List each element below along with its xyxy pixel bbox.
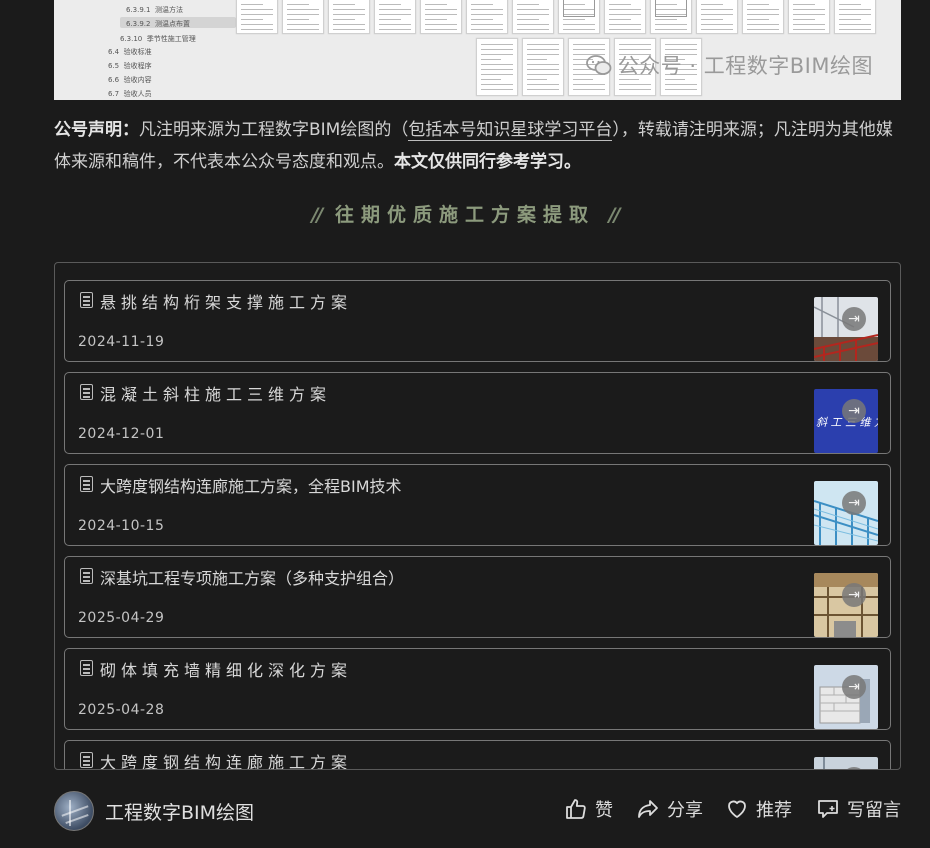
knowledge-planet-link[interactable]: 包括本号知识星球学习平台 [408, 120, 613, 141]
declaration-label: 公号声明： [54, 120, 139, 140]
article-title[interactable]: 砌体填充墙精细化深化方案 [100, 657, 352, 681]
thumbnail-page [742, 0, 784, 34]
article-thumbnail[interactable]: ⇥ [814, 757, 878, 769]
document-icon [80, 568, 93, 584]
thumbnail-page [512, 0, 554, 34]
article-title[interactable]: 悬挑结构桁架支撑施工方案 [100, 289, 352, 313]
comment-icon [818, 800, 838, 818]
article-thumbnail[interactable]: ⇥ [814, 573, 878, 637]
article-date: 2024-12-01 [78, 426, 165, 442]
masonry-icon [814, 665, 878, 729]
steel-bridge-icon [814, 481, 878, 545]
bottom-action-bar: 工程数字BIM绘图 赞 分享 推荐 写留言 [0, 770, 930, 848]
thumbnail-page [650, 0, 692, 34]
article-card[interactable]: 砌体填充墙精细化深化方案 2025-04-28 ⇥ [64, 648, 891, 730]
article-thumbnail[interactable]: ⇥ [814, 665, 878, 729]
excavation-icon [814, 573, 878, 637]
thumbnail-page [374, 0, 416, 34]
open-icon[interactable]: ⇥ [842, 399, 866, 423]
toc-row: 6.5 验收程序 [108, 62, 152, 70]
toc-row: 6.3.9.1 测温方法 [126, 6, 183, 14]
account-name[interactable]: 工程数字BIM绘图 [105, 798, 254, 825]
article-card[interactable]: 悬挑结构桁架支撑施工方案 2024-11-19 ⇥ [64, 280, 891, 362]
article-date: 2025-04-28 [78, 702, 165, 718]
article-thumbnail[interactable]: ⇥ [814, 297, 878, 361]
document-icon [80, 292, 93, 308]
toc-snippet: 6.3.9.1 测温方法 6.3.9.2 测温点布置 6.3.10 季节性施工管… [80, 0, 240, 100]
declaration-text: 凡注明来源为工程数字BIM绘图的（ [139, 120, 409, 140]
thumbs-up-icon [566, 799, 586, 819]
open-icon[interactable]: ⇥ [842, 583, 866, 607]
article-date: 2024-10-15 [78, 518, 165, 534]
thumbnail-page [604, 0, 646, 34]
article-title[interactable]: 大跨度钢结构连廊施工方案，全程BIM技术 [100, 473, 402, 497]
toc-row: 6.3.10 季节性施工管理 [120, 35, 196, 43]
recommend-button[interactable]: 推荐 [725, 796, 792, 822]
comment-button[interactable]: 写留言 [816, 796, 901, 822]
article-thumbnail[interactable]: ⇥ [814, 481, 878, 545]
toc-row: 6.7 验收人员 [108, 90, 152, 98]
toc-row: 6.6 验收内容 [108, 76, 152, 84]
article-title[interactable]: 混凝土斜柱施工三维方案 [100, 381, 331, 405]
slash-decor-icon: // [311, 204, 323, 226]
thumbnail-page [522, 38, 564, 96]
share-button[interactable]: 分享 [636, 796, 703, 822]
document-icon [80, 476, 93, 492]
share-icon [638, 800, 658, 818]
slash-decor-icon: // [608, 204, 621, 226]
article-card[interactable]: 大跨度钢结构连廊施工方案 ⇥ [64, 740, 891, 769]
thumbnail-page [282, 0, 324, 34]
document-icon [80, 660, 93, 676]
watermark: 公众号 · 工程数字BIM绘图 [585, 50, 873, 80]
toc-row: 6.3.9.2 测温点布置 [126, 20, 190, 28]
wechat-icon [585, 55, 612, 75]
truss-icon [814, 297, 878, 361]
section-title: // 往期优质施工方案提取 // [311, 204, 621, 226]
thumbnail-page [476, 38, 518, 96]
declaration-bold: 本文仅供同行参考学习。 [394, 152, 581, 172]
heart-icon [728, 800, 746, 818]
article-list: 悬挑结构桁架支撑施工方案 2024-11-19 ⇥ 混凝土斜柱施工三维方案 20… [54, 262, 901, 770]
article-title[interactable]: 大跨度钢结构连廊施工方案 [100, 749, 352, 769]
article-thumbnail[interactable]: 斜 工 三 维 方 ⇥ [814, 389, 878, 453]
thumbnail-page [788, 0, 830, 34]
document-icon [80, 752, 93, 768]
article-card[interactable]: 大跨度钢结构连廊施工方案，全程BIM技术 2024-10-15 ⇥ [64, 464, 891, 546]
like-button[interactable]: 赞 [564, 796, 613, 822]
article-card[interactable]: 混凝土斜柱施工三维方案 2024-12-01 斜 工 三 维 方 ⇥ [64, 372, 891, 454]
document-preview-image: 6.3.9.1 测温方法 6.3.9.2 测温点布置 6.3.10 季节性施工管… [54, 0, 901, 100]
thumbnail-page [466, 0, 508, 34]
open-icon[interactable]: ⇥ [842, 307, 866, 331]
account-avatar[interactable] [54, 791, 94, 831]
thumbnail-page [328, 0, 370, 34]
steel-bridge-icon [814, 757, 878, 769]
article-date: 2024-11-19 [78, 334, 165, 350]
toc-row: 6.4 验收标准 [108, 48, 152, 56]
article-date: 2025-04-29 [78, 610, 165, 626]
copyright-declaration: 公号声明：凡注明来源为工程数字BIM绘图的（包括本号知识星球学习平台），转载请注… [54, 114, 906, 178]
thumbnail-page [558, 0, 600, 34]
thumbnail-page [834, 0, 876, 34]
thumbnail-page [696, 0, 738, 34]
article-title[interactable]: 深基坑工程专项施工方案（多种支护组合） [100, 565, 404, 589]
open-icon[interactable]: ⇥ [842, 491, 866, 515]
thumbnail-page [420, 0, 462, 34]
document-icon [80, 384, 93, 400]
article-card[interactable]: 深基坑工程专项施工方案（多种支护组合） 2025-04-29 ⇥ [64, 556, 891, 638]
open-icon[interactable]: ⇥ [842, 675, 866, 699]
thumbnail-page [236, 0, 278, 34]
